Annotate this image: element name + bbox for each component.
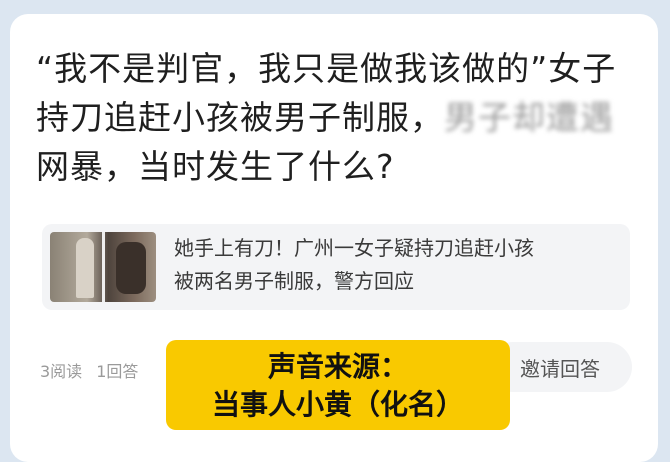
thumbnail-person-figure <box>116 242 146 294</box>
thumbnail-divider <box>102 232 105 302</box>
article-headline-line: 被两名男子制服，警方回应 <box>174 269 414 293</box>
thumbnail-person-figure <box>76 238 94 298</box>
subtitle-line: 声音来源： <box>267 350 408 383</box>
read-count: 3阅读 <box>40 362 83 381</box>
question-title[interactable]: “我不是判官，我只是做我该做的”女子持刀追赶小孩被男子制服，男子却遭遇网暴，当时… <box>36 44 636 191</box>
subtitle-line: 当事人小黄（化名） <box>211 388 464 421</box>
question-meta: 3阅读 1回答 <box>40 358 138 382</box>
article-headline: 她手上有刀！广州一女子疑持刀追赶小孩 被两名男子制服，警方回应 <box>174 232 614 298</box>
linked-article-card[interactable]: 她手上有刀！广州一女子疑持刀追赶小孩 被两名男子制服，警方回应 <box>42 224 630 310</box>
title-end-text: 网暴，当时发生了什么? <box>36 147 395 186</box>
title-blurred-text: 男子却遭遇 <box>444 98 614 137</box>
article-thumbnail <box>50 232 156 302</box>
article-headline-line: 她手上有刀！广州一女子疑持刀追赶小孩 <box>174 236 534 260</box>
subtitle-overlay: 声音来源： 当事人小黄（化名） <box>166 340 510 430</box>
answer-count: 1回答 <box>96 362 139 381</box>
